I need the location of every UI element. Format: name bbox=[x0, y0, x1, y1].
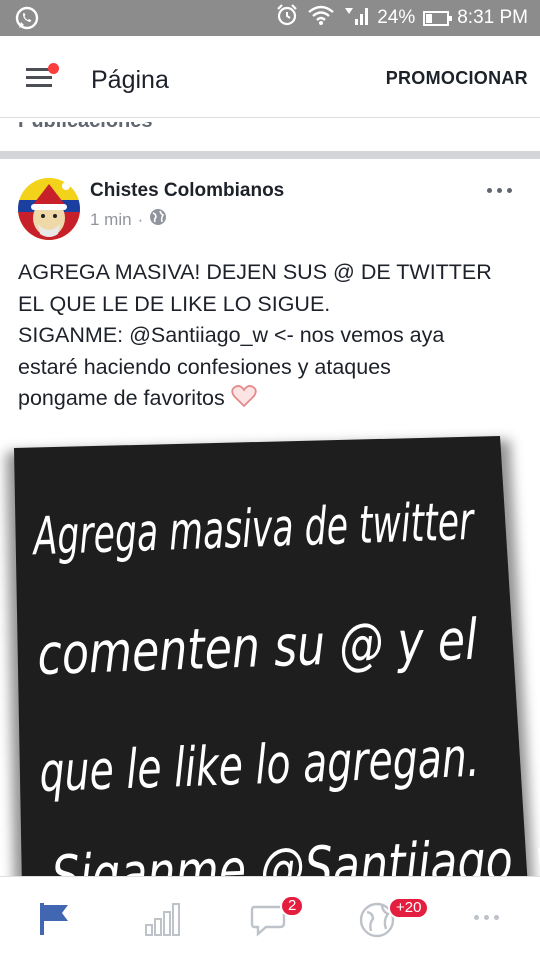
promote-button[interactable]: PROMOCIONAR bbox=[386, 68, 528, 89]
post-author[interactable]: Chistes Colombianos bbox=[90, 180, 284, 202]
flag-icon bbox=[38, 901, 72, 942]
nav-more-tab[interactable] bbox=[432, 877, 540, 960]
nav-insights-tab[interactable] bbox=[108, 877, 216, 960]
section-divider bbox=[0, 151, 540, 159]
nav-messages-tab[interactable]: 2 bbox=[216, 877, 324, 960]
bottom-nav: 2 +20 bbox=[0, 876, 540, 960]
menu-button[interactable] bbox=[22, 62, 59, 92]
battery-percent: 24% bbox=[377, 7, 416, 28]
more-icon bbox=[474, 915, 499, 920]
more-icon bbox=[487, 188, 492, 193]
wifi-icon bbox=[307, 4, 335, 32]
battery-icon bbox=[423, 10, 453, 26]
insights-icon bbox=[144, 901, 180, 942]
post-meta: 1 min · bbox=[90, 208, 167, 231]
nav-page-tab[interactable] bbox=[0, 877, 108, 960]
post-time[interactable]: 1 min bbox=[90, 210, 132, 230]
post-image[interactable]: Agrega masiva de twitter comenten su @ y … bbox=[0, 418, 540, 878]
app-header: Página PROMOCIONAR bbox=[0, 36, 540, 118]
alarm-icon bbox=[275, 3, 299, 33]
nav-notifications-tab[interactable]: +20 bbox=[324, 877, 432, 960]
clock: 8:31 PM bbox=[457, 7, 528, 28]
signal-icon bbox=[343, 4, 369, 32]
whatsapp-icon bbox=[14, 5, 40, 36]
page-title: Página bbox=[91, 66, 169, 94]
notification-dot bbox=[48, 63, 59, 74]
post-options-button[interactable] bbox=[487, 188, 512, 193]
separator-dot: · bbox=[137, 209, 144, 229]
messages-badge: 2 bbox=[280, 895, 305, 917]
heart-outline-icon bbox=[231, 384, 257, 418]
status-bar: 24% 8:31 PM bbox=[0, 0, 540, 36]
globe-icon bbox=[149, 208, 167, 231]
post-text: AGREGA MASIVA! DEJEN SUS @ DE TWITTER EL… bbox=[18, 257, 528, 418]
avatar[interactable] bbox=[18, 178, 80, 240]
notifications-badge: +20 bbox=[388, 897, 430, 919]
